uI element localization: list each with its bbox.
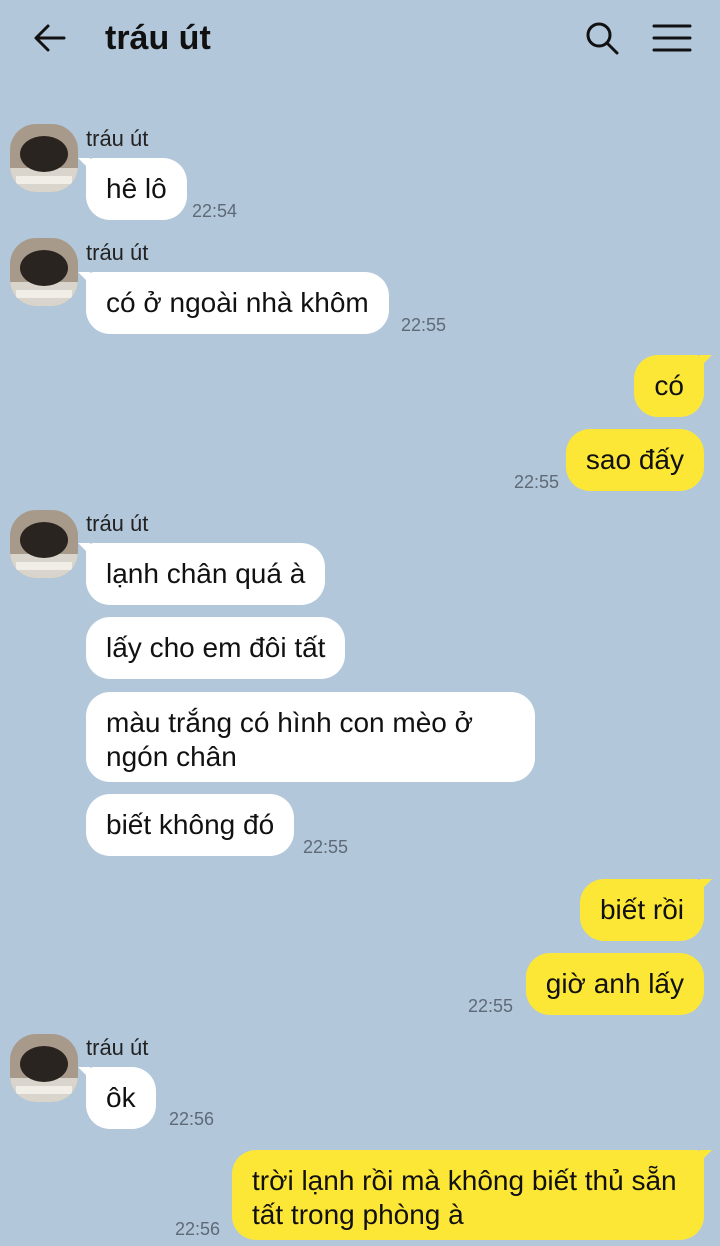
chat-title: tráu út: [105, 19, 211, 57]
message-time: 22:55: [468, 996, 514, 1016]
search-button[interactable]: [582, 18, 622, 58]
message-bubble[interactable]: có ở ngoài nhà khôm: [78, 272, 389, 334]
message-bubble[interactable]: màu trắng có hình con mèo ở ngón chân: [86, 692, 535, 782]
contact-avatar[interactable]: [10, 510, 78, 578]
message-time: 22:56: [169, 1109, 215, 1129]
message-bubble[interactable]: hê lô: [78, 158, 187, 220]
message-time: 22:54: [192, 201, 238, 221]
sender-name: tráu út: [86, 1035, 149, 1060]
chat-header: tráu út: [0, 0, 720, 78]
back-arrow-icon: [34, 24, 66, 52]
message-bubble[interactable]: biết không đó: [86, 794, 295, 856]
menu-icon: [652, 24, 692, 52]
avatar-photo: [10, 238, 78, 306]
message-time: 22:56: [175, 1219, 221, 1239]
contact-avatar[interactable]: [10, 238, 78, 306]
message-bubble[interactable]: có: [634, 355, 712, 417]
avatar-photo: [10, 1034, 78, 1102]
sender-name: tráu út: [86, 126, 149, 151]
message-time: 22:55: [303, 837, 349, 857]
message-time: 22:55: [401, 315, 447, 335]
message-bubble[interactable]: trời lạnh rồi mà không biết thủ sẵn tất …: [232, 1150, 712, 1240]
message-bubble[interactable]: lấy cho em đôi tất: [86, 617, 346, 679]
message-bubble[interactable]: lạnh chân quá à: [77, 543, 326, 605]
message-bubble[interactable]: ôk: [78, 1067, 156, 1129]
sender-name: tráu út: [86, 240, 149, 265]
contact-avatar[interactable]: [10, 1034, 78, 1102]
menu-button[interactable]: [650, 18, 694, 58]
back-button[interactable]: [30, 18, 70, 58]
avatar-photo: [10, 124, 78, 192]
search-icon: [586, 22, 619, 55]
sender-name: tráu út: [86, 511, 149, 536]
message-bubble[interactable]: biết rồi: [579, 879, 713, 941]
message-time: 22:55: [514, 472, 560, 492]
message-bubble[interactable]: giờ anh lấy: [525, 953, 704, 1015]
message-bubble[interactable]: sao đấy: [565, 429, 704, 491]
contact-avatar[interactable]: [10, 124, 78, 192]
avatar-photo: [10, 510, 78, 578]
